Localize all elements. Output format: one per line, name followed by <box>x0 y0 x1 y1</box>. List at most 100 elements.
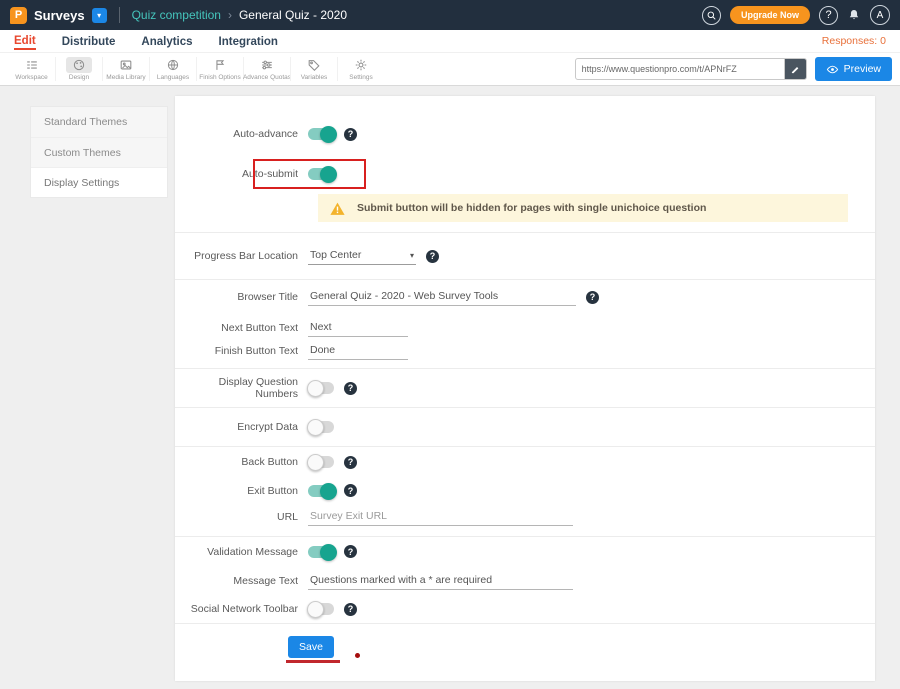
browser-title-help-icon[interactable] <box>586 291 599 304</box>
next-button-text-label: Next Button Text <box>175 322 308 334</box>
questionpro-app: P Surveys Quiz competition › General Qui… <box>0 0 900 689</box>
responses-count[interactable]: Responses: 0 <box>822 35 886 47</box>
search-icon[interactable] <box>702 6 721 25</box>
preview-button[interactable]: Preview <box>815 57 892 81</box>
quotas-sliders-icon <box>254 57 280 73</box>
edit-toolbar: Workspace Design Media Library Languages <box>0 53 900 86</box>
finish-button-text-input[interactable] <box>308 342 408 360</box>
browser-title-row: Browser Title <box>175 280 875 314</box>
exit-button-help-icon[interactable] <box>344 484 357 497</box>
progress-bar-row: Progress Bar Location Top Center <box>175 233 875 279</box>
auto-advance-row: Auto-advance <box>175 114 875 154</box>
progress-bar-location-select[interactable]: Top Center <box>308 247 416 265</box>
tool-settings[interactable]: Settings <box>337 57 384 81</box>
breadcrumb-separator: › <box>228 8 232 22</box>
tool-media-library[interactable]: Media Library <box>102 57 149 81</box>
languages-globe-icon <box>160 57 186 73</box>
nav-tab-edit[interactable]: Edit <box>14 32 36 50</box>
auto-submit-label: Auto-submit <box>175 168 308 180</box>
top-bar: P Surveys Quiz competition › General Qui… <box>0 0 900 30</box>
save-row: Save <box>175 624 875 658</box>
exit-url-input[interactable] <box>308 508 573 526</box>
sidebar-item-standard-themes[interactable]: Standard Themes <box>31 107 167 137</box>
nav-tab-analytics[interactable]: Analytics <box>141 33 192 49</box>
preview-label: Preview <box>844 63 881 75</box>
settings-gear-icon <box>348 57 374 73</box>
finish-button-text-row: Finish Button Text <box>175 341 875 368</box>
sidebar-item-display-settings[interactable]: Display Settings <box>31 167 167 197</box>
browser-title-input[interactable] <box>308 288 576 306</box>
tool-design[interactable]: Design <box>55 57 102 81</box>
tool-advance-quotas[interactable]: Advance Quotas <box>243 57 290 81</box>
display-question-numbers-toggle[interactable] <box>308 382 334 394</box>
media-image-icon <box>113 57 139 73</box>
breadcrumb-parent[interactable]: Quiz competition <box>132 8 221 22</box>
back-button-toggle[interactable] <box>308 456 334 468</box>
themes-sidebar: Standard Themes Custom Themes Display Se… <box>30 106 168 198</box>
display-question-numbers-label: Display Question Numbers <box>175 376 308 400</box>
back-button-row: Back Button <box>175 447 875 477</box>
tool-label: Languages <box>157 74 189 81</box>
nav-tab-distribute[interactable]: Distribute <box>62 33 116 49</box>
tool-languages[interactable]: Languages <box>149 57 196 81</box>
save-button[interactable]: Save <box>288 636 334 658</box>
finish-button-text-label: Finish Button Text <box>175 345 308 357</box>
message-text-input[interactable] <box>308 572 573 590</box>
questionpro-logo-icon: P <box>10 7 27 24</box>
breadcrumb-current: General Quiz - 2020 <box>239 8 347 22</box>
surveys-dropdown-caret-icon[interactable] <box>92 8 107 23</box>
user-avatar[interactable]: A <box>870 5 890 25</box>
exit-button-toggle[interactable] <box>308 485 334 497</box>
next-button-text-row: Next Button Text <box>175 314 875 341</box>
topbar-divider <box>119 7 120 23</box>
social-network-toolbar-toggle[interactable] <box>308 603 334 615</box>
message-text-label: Message Text <box>175 575 308 587</box>
nav-tab-integration[interactable]: Integration <box>219 33 278 49</box>
selected-option: Top Center <box>310 249 361 261</box>
social-network-toolbar-help-icon[interactable] <box>344 603 357 616</box>
workspace-list-icon <box>19 57 45 73</box>
back-button-help-icon[interactable] <box>344 456 357 469</box>
display-question-numbers-help-icon[interactable] <box>344 382 357 395</box>
toolbar-right: Preview <box>575 57 892 81</box>
chevron-down-icon <box>410 251 414 260</box>
display-question-numbers-row: Display Question Numbers <box>175 369 875 407</box>
exit-url-row: URL <box>175 504 875 536</box>
next-button-text-input[interactable] <box>308 319 408 337</box>
design-palette-icon <box>66 57 92 73</box>
sidebar-item-custom-themes[interactable]: Custom Themes <box>31 137 167 167</box>
exit-button-row: Exit Button <box>175 477 875 504</box>
surveys-menu[interactable]: Surveys <box>34 8 85 23</box>
social-network-toolbar-label: Social Network Toolbar <box>175 603 308 615</box>
progress-bar-help-icon[interactable] <box>426 250 439 263</box>
validation-message-toggle[interactable] <box>308 546 334 558</box>
auto-submit-row: Auto-submit <box>175 154 875 194</box>
auto-submit-warning-banner: Submit button will be hidden for pages w… <box>318 194 848 222</box>
notifications-bell-icon[interactable] <box>847 8 861 22</box>
topbar-actions: Upgrade Now ? A <box>702 5 890 25</box>
encrypt-data-label: Encrypt Data <box>175 421 308 433</box>
auto-submit-toggle[interactable] <box>308 168 334 180</box>
survey-url-input[interactable] <box>576 64 784 74</box>
exit-button-label: Exit Button <box>175 485 308 497</box>
auto-advance-toggle[interactable] <box>308 128 334 140</box>
tool-workspace[interactable]: Workspace <box>8 57 55 81</box>
tool-label: Finish Options <box>199 74 241 81</box>
tool-label: Variables <box>301 74 328 81</box>
survey-url-box <box>575 58 807 80</box>
variables-tag-icon <box>301 57 327 73</box>
warning-text: Submit button will be hidden for pages w… <box>357 202 706 214</box>
help-icon[interactable]: ? <box>819 6 838 25</box>
edit-url-pencil-icon[interactable] <box>784 58 806 80</box>
display-settings-panel: Auto-advance Auto-submit Submit button w… <box>175 96 875 681</box>
warning-triangle-icon <box>329 201 346 216</box>
tool-label: Design <box>69 74 89 81</box>
auto-advance-help-icon[interactable] <box>344 128 357 141</box>
tool-finish-options[interactable]: Finish Options <box>196 57 243 81</box>
validation-message-help-icon[interactable] <box>344 545 357 558</box>
social-network-toolbar-row: Social Network Toolbar <box>175 595 875 623</box>
validation-message-label: Validation Message <box>175 546 308 558</box>
encrypt-data-toggle[interactable] <box>308 421 334 433</box>
upgrade-now-button[interactable]: Upgrade Now <box>730 6 810 24</box>
tool-variables[interactable]: Variables <box>290 57 337 81</box>
